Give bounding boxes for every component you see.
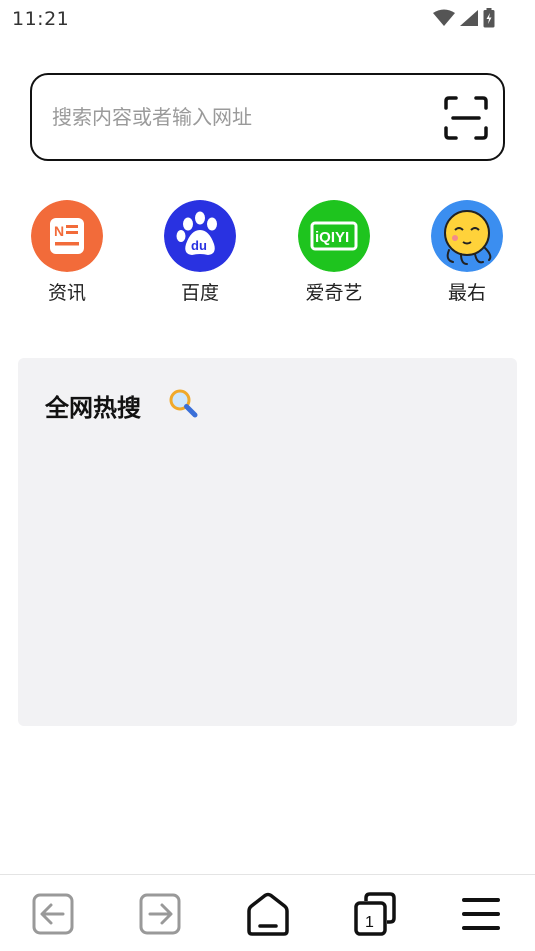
search-input[interactable] — [52, 75, 422, 159]
scan-button[interactable] — [443, 95, 489, 141]
shortcut-baidu[interactable]: du 百度 — [155, 200, 245, 305]
shortcut-news[interactable]: N 资讯 — [22, 200, 112, 305]
scan-icon — [444, 96, 488, 140]
svg-text:iQIYI: iQIYI — [315, 229, 349, 246]
news-icon: N — [31, 200, 103, 272]
status-bar: 11:21 — [0, 0, 535, 36]
svg-text:du: du — [191, 238, 207, 253]
shortcut-label: 爱奇艺 — [305, 282, 363, 304]
zuiyou-icon — [431, 200, 503, 272]
back-button[interactable] — [30, 891, 76, 937]
tabs-icon: 1 — [354, 892, 396, 936]
iqiyi-icon: iQIYI — [298, 200, 370, 272]
forward-icon — [139, 893, 181, 935]
wifi-icon — [433, 9, 455, 26]
home-button[interactable] — [245, 891, 291, 937]
hot-search-card[interactable]: 全网热搜 — [18, 358, 517, 726]
forward-button[interactable] — [137, 891, 183, 937]
menu-icon — [462, 898, 500, 930]
shortcut-grid: N 资讯 du 百度 iQIYI 爱奇艺 最右 — [0, 200, 535, 310]
back-icon — [32, 893, 74, 935]
home-icon — [247, 892, 289, 936]
shortcut-zuiyou[interactable]: 最右 — [422, 200, 512, 305]
status-time: 11:21 — [12, 8, 70, 30]
battery-icon — [483, 8, 495, 28]
shortcut-label: 百度 — [180, 282, 219, 304]
magnifier-emoji-icon — [169, 389, 198, 418]
status-icons — [433, 8, 495, 28]
svg-text:N: N — [54, 223, 64, 239]
hot-search-title: 全网热搜 — [45, 394, 141, 422]
shortcut-label: 资讯 — [47, 282, 86, 304]
baidu-icon: du — [164, 200, 236, 272]
bottom-nav-bar: 1 — [0, 874, 535, 951]
menu-button[interactable] — [458, 891, 504, 937]
shortcut-label: 最右 — [447, 282, 486, 304]
cell-signal-icon — [460, 10, 478, 26]
shortcut-iqiyi[interactable]: iQIYI 爱奇艺 — [289, 200, 379, 305]
tab-count: 1 — [365, 914, 374, 931]
tabs-button[interactable]: 1 — [352, 891, 398, 937]
search-box[interactable] — [30, 73, 505, 161]
